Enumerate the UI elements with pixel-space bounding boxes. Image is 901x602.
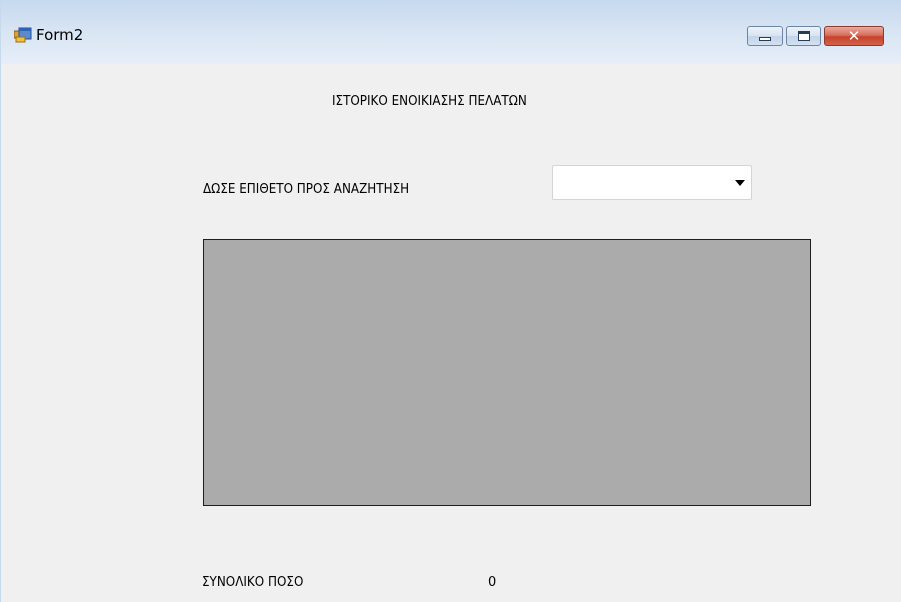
surname-search-label: ΔΩΣΕ ΕΠΙΘΕΤΟ ΠΡΟΣ ΑΝΑΖΗΤΗΣΗ [203,182,410,197]
total-amount-label: ΣΥΝΟΛΙΚΟ ΠΟΣΟ [202,575,304,590]
winforms-app-icon [14,27,32,43]
surname-combobox[interactable] [552,165,752,200]
close-button[interactable]: ✕ [824,26,884,46]
total-amount-value: 0 [488,575,497,590]
app-window: Form2 ✕ ΙΣΤΟΡΙΚΟ ΕΝΟΙΚΙΑΣΗΣ ΠΕΛΑΤΩΝ ΔΩΣΕ… [0,0,901,602]
title-bar[interactable]: Form2 ✕ [1,0,901,64]
minimize-icon [759,37,771,41]
chevron-down-icon[interactable] [735,180,745,186]
minimize-button[interactable] [747,26,783,46]
page-title: ΙΣΤΟΡΙΚΟ ΕΝΟΙΚΙΑΣΗΣ ΠΕΛΑΤΩΝ [332,94,527,109]
maximize-button[interactable] [786,26,821,46]
rental-history-grid[interactable] [203,239,811,506]
close-icon: ✕ [847,26,861,45]
maximize-icon [797,31,810,41]
window-title: Form2 [36,26,84,44]
